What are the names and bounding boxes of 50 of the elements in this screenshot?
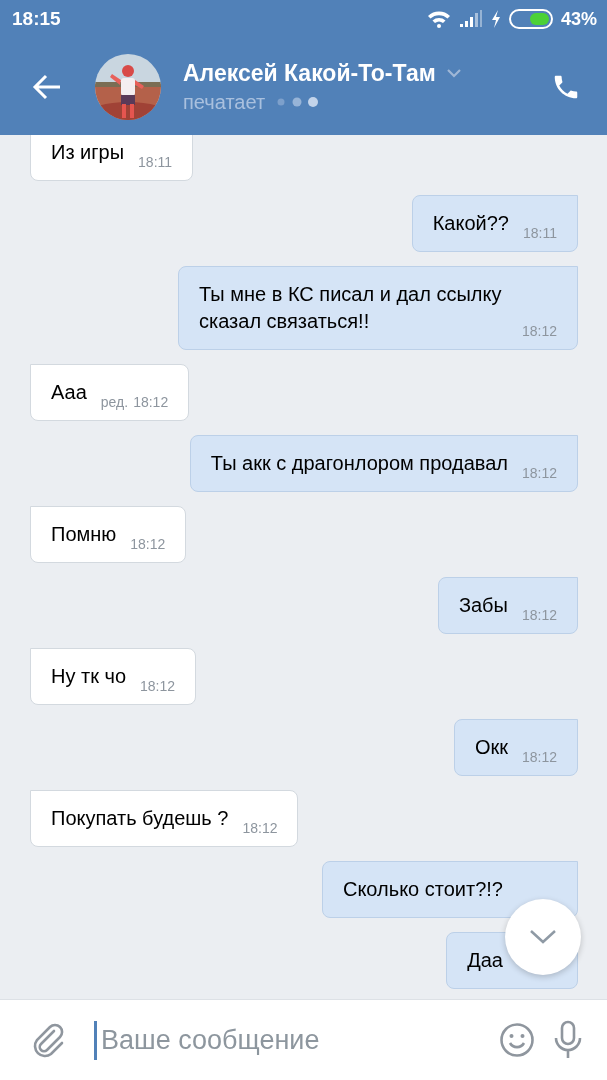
status-time: 18:15 bbox=[12, 8, 61, 30]
message-time: 18:12 bbox=[521, 749, 557, 765]
message-bubble[interactable]: Окк 18:12 bbox=[453, 719, 578, 776]
battery-percent: 43% bbox=[560, 8, 597, 30]
message-bubble[interactable]: Помню 18:12 bbox=[30, 506, 187, 563]
message-bubble[interactable]: Сколько стоит?!? bbox=[321, 861, 578, 918]
message-text: Ты акк с драгонлором продавал bbox=[210, 451, 508, 476]
message-text: Окк bbox=[474, 735, 508, 760]
message-bubble[interactable]: Покупать будешь ? 18:12 bbox=[30, 790, 299, 847]
message-text: Ааа bbox=[51, 380, 87, 405]
smiley-icon bbox=[499, 1022, 535, 1058]
edited-label: ред. bbox=[100, 394, 129, 410]
battery-icon bbox=[508, 9, 553, 29]
message-time: 18:11 bbox=[523, 225, 557, 241]
message-time: 18:12 bbox=[140, 678, 176, 694]
message-bubble[interactable]: Ты акк с драгонлором продавал 18:12 bbox=[189, 435, 578, 492]
chevron-down-icon bbox=[529, 929, 557, 945]
paperclip-icon bbox=[32, 1022, 66, 1058]
message-bubble[interactable]: Из игры 18:11 bbox=[30, 135, 194, 181]
typing-dots-icon bbox=[275, 96, 320, 108]
message-bubble[interactable]: Какой?? 18:11 bbox=[411, 195, 578, 252]
message-composer[interactable]: Ваше сообщение bbox=[0, 1000, 607, 1080]
message-time: 18:11 bbox=[138, 154, 173, 170]
message-text: Ну тк чо bbox=[51, 664, 126, 689]
message-time: 18:12 bbox=[133, 394, 169, 410]
message-text: Какой?? bbox=[432, 211, 509, 236]
message-bubble[interactable]: Ты мне в КС писал и дал ссылку сказал связаться!! 18:12 bbox=[178, 266, 578, 350]
microphone-icon bbox=[553, 1020, 583, 1060]
message-bubble[interactable]: Ааа ред. 18:12 bbox=[30, 364, 190, 421]
chevron-down-icon[interactable] bbox=[445, 68, 462, 78]
message-text: Забы bbox=[458, 593, 508, 618]
wifi-icon bbox=[426, 10, 451, 28]
message-text: Покупать будешь ? bbox=[51, 806, 229, 831]
signal-icon bbox=[458, 10, 483, 28]
message-text: Из игры bbox=[51, 140, 125, 165]
message-time: 18:12 bbox=[130, 536, 166, 552]
message-text: Сколько стоит?!? bbox=[342, 877, 503, 902]
message-time: 18:12 bbox=[521, 607, 557, 623]
message-bubble[interactable]: Забы 18:12 bbox=[437, 577, 578, 634]
message-text: Даа bbox=[467, 948, 503, 973]
back-arrow-icon bbox=[32, 73, 62, 100]
message-text: Ты мне в КС писал и дал ссылку сказал связаться!! bbox=[199, 282, 503, 334]
charging-icon bbox=[490, 10, 501, 28]
typing-status: печатает bbox=[183, 90, 266, 114]
message-time: 18:12 bbox=[521, 323, 557, 339]
message-time: 18:12 bbox=[521, 465, 557, 481]
contact-name[interactable]: Алексей Какой-То-Там bbox=[183, 59, 436, 87]
message-time: 18:12 bbox=[242, 820, 278, 836]
message-bubble[interactable]: Ну тк чо 18:12 bbox=[30, 648, 197, 705]
message-text: Помню bbox=[51, 522, 117, 547]
